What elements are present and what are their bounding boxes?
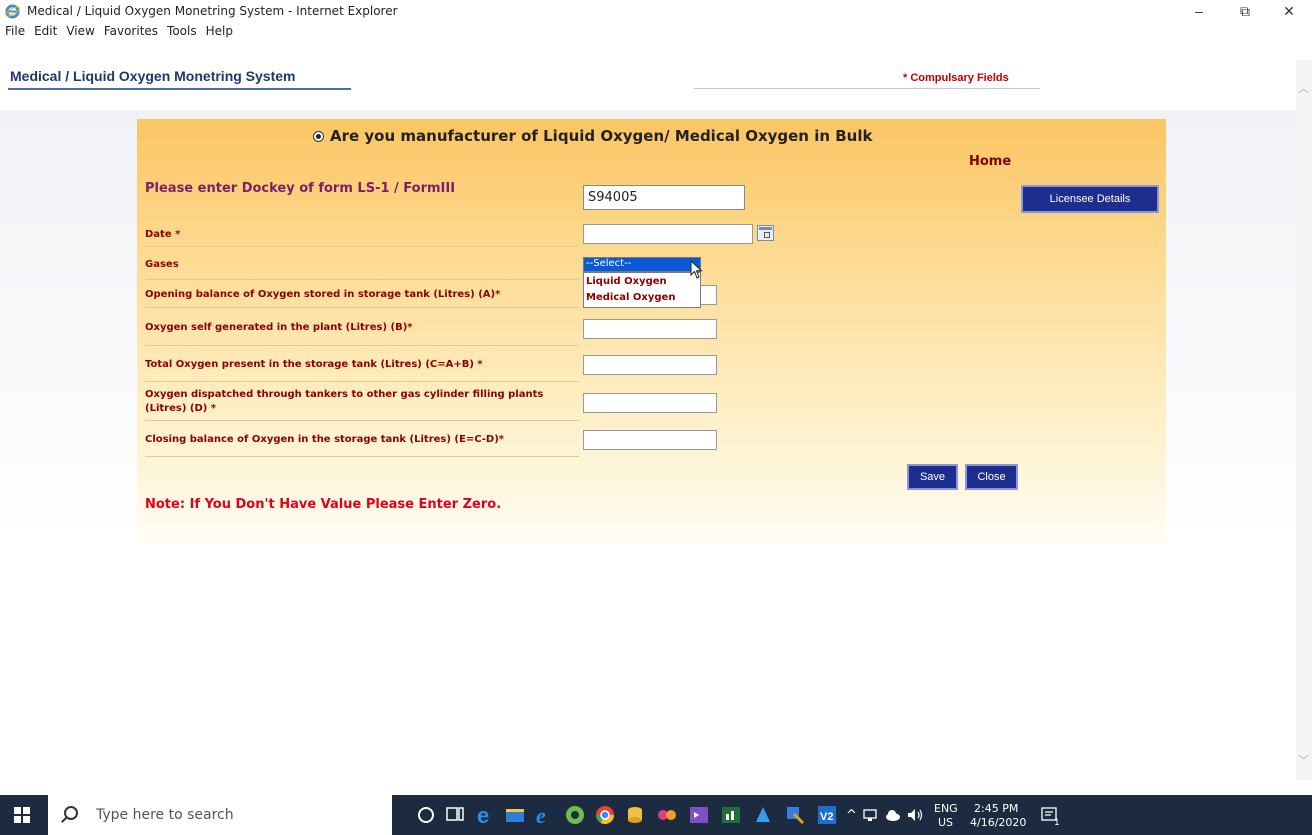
self-generated-label: Oxygen self generated in the plant (Litr… [145,322,413,333]
page-content: Medical / Liquid Oxygen Monetring System… [0,40,1296,780]
visual-studio-icon[interactable] [688,804,710,826]
edge-icon[interactable]: e [474,804,496,826]
field-separator [145,456,579,457]
tools-app-icon[interactable] [784,804,806,826]
tray-expand-icon[interactable]: ^ [846,809,857,822]
calendar-icon[interactable] [757,225,774,241]
manufacturer-radio-row[interactable]: Are you manufacturer of Liquid Oxygen/ M… [313,127,872,145]
mouse-pointer-icon [690,260,703,279]
dispatched-label-line2: (Litres) (D) * [145,403,217,414]
maximize-button[interactable]: ⧉ [1222,0,1268,22]
scroll-down-icon[interactable]: ﹀ [1298,752,1309,768]
menu-item-tools[interactable]: Tools [167,24,197,38]
vertical-scrollbar[interactable] [1296,60,1312,780]
v2-app-icon[interactable]: V2 [816,804,838,826]
title-underline [8,88,351,90]
language-indicator[interactable]: ENG [934,802,958,815]
close-button[interactable]: Close [965,464,1018,490]
menu-bar: File Edit View Favorites Tools Help [0,22,1312,40]
svg-text:V2: V2 [820,811,833,823]
manufacturer-radio[interactable] [313,130,324,142]
onedrive-icon[interactable] [884,806,902,824]
gases-select[interactable]: --Select-- [583,257,701,272]
menu-item-help[interactable]: Help [206,24,233,38]
gases-option-medical-oxygen[interactable]: Medical Oxygen [586,292,675,303]
field-separator [145,420,579,421]
dockey-input[interactable]: S94005 [583,185,745,210]
window-title: Medical / Liquid Oxygen Monetring System… [27,4,398,18]
file-explorer-icon[interactable] [504,804,526,826]
search-icon [64,806,78,820]
chart-app-icon[interactable] [720,804,742,826]
notification-count: 1 [1054,818,1060,828]
windows-taskbar: Type here to search e e V2 ^ ENG US 2:45… [0,795,1312,835]
manufacturer-radio-label: Are you manufacturer of Liquid Oxygen/ M… [330,127,873,145]
clock-date[interactable]: 4/16/2020 [970,816,1026,829]
network-icon[interactable] [862,806,880,824]
gases-select-value: --Select-- [586,258,632,269]
header-divider [694,88,1040,89]
menu-item-edit[interactable]: Edit [34,24,57,38]
internet-explorer-icon [5,4,20,19]
menu-item-file[interactable]: File [5,24,25,38]
closing-balance-input[interactable] [583,430,717,450]
windows-start-icon[interactable] [14,807,30,823]
blue-app-icon[interactable] [752,804,774,826]
chrome-icon[interactable] [594,804,616,826]
dispatched-input[interactable] [583,393,717,413]
scroll-up-icon[interactable]: ︿ [1298,80,1309,96]
menu-item-favorites[interactable]: Favorites [104,24,158,38]
total-oxygen-label: Total Oxygen present in the storage tank… [145,359,483,370]
date-input[interactable] [583,224,753,244]
field-separator [145,345,579,346]
window-titlebar: Medical / Liquid Oxygen Monetring System… [0,0,1312,22]
total-oxygen-input[interactable] [583,355,717,375]
dockey-label: Please enter Dockey of form LS-1 / FormI… [145,181,456,196]
radio-selected-dot [316,133,321,139]
date-label: Date * [145,229,181,240]
save-button[interactable]: Save [907,464,958,490]
app-header: Medical / Liquid Oxygen Monetring System… [0,40,1296,90]
opening-balance-label: Opening balance of Oxygen stored in stor… [145,289,501,300]
licensee-details-button[interactable]: Licensee Details [1021,185,1159,213]
gases-label: Gases [145,259,179,270]
closing-balance-label: Closing balance of Oxygen in the storage… [145,434,505,445]
field-separator [145,279,579,280]
field-separator [145,381,579,382]
field-separator [145,307,579,308]
svg-text:e: e [536,804,546,826]
field-separator [145,246,579,247]
volume-icon[interactable] [906,806,924,824]
internet-explorer-taskbar-icon[interactable]: e [534,804,556,826]
language-region[interactable]: US [938,816,953,829]
clock-time[interactable]: 2:45 PM [974,802,1018,815]
zero-value-note: Note: If You Don't Have Value Please Ent… [145,497,502,512]
taskbar-search-placeholder: Type here to search [96,807,234,823]
close-window-button[interactable]: ✕ [1266,0,1312,22]
green-app-icon[interactable] [564,804,586,826]
gases-option-liquid-oxygen[interactable]: Liquid Oxygen [586,276,667,287]
task-view-icon[interactable] [444,804,466,826]
form-panel: Are you manufacturer of Liquid Oxygen/ M… [137,119,1166,545]
cortana-icon[interactable] [418,807,434,823]
svg-text:e: e [477,804,489,826]
page-title: Medical / Liquid Oxygen Monetring System [10,68,296,84]
self-generated-input[interactable] [583,319,717,339]
compulsory-fields-note: * Compulsary Fields [903,72,1009,84]
database-tool-icon[interactable] [624,804,646,826]
gases-dropdown-list: Liquid Oxygen Medical Oxygen [583,272,701,308]
dispatched-label-line1: Oxygen dispatched through tankers to oth… [145,389,544,400]
minimize-button[interactable]: – [1176,0,1222,22]
menu-item-view[interactable]: View [66,24,94,38]
taskbar-search-box[interactable]: Type here to search [48,795,392,835]
infinity-app-icon[interactable] [656,804,678,826]
home-link[interactable]: Home [969,154,1011,169]
